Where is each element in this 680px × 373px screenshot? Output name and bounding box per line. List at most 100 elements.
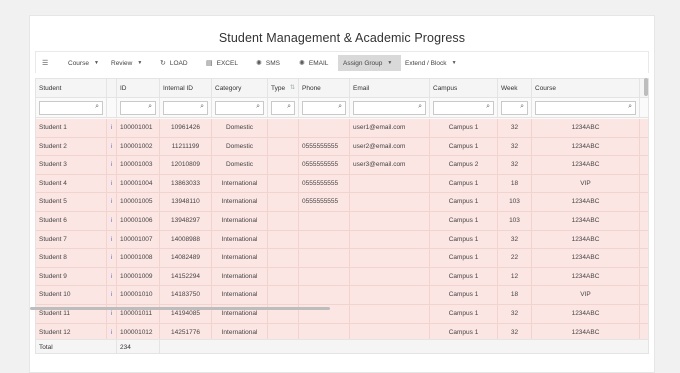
filter-cell-campus: ⌕ <box>430 98 498 118</box>
column-header-week[interactable]: Week <box>498 79 532 98</box>
table-row[interactable]: Student 5 i 100001005 13948110 Internati… <box>36 193 648 212</box>
info-icon[interactable]: i <box>107 249 117 268</box>
filter-input-id[interactable]: ⌕ <box>120 101 156 115</box>
table-row[interactable]: Student 1 i 100001001 10961426 Domestic … <box>36 119 648 138</box>
column-header-id[interactable]: ID <box>117 79 160 98</box>
excel-button[interactable]: ▤ EXCEL <box>206 55 238 71</box>
table-row[interactable]: Student 12 i 100001012 14251776 Internat… <box>36 323 648 340</box>
cell-type <box>268 174 299 194</box>
cell-week: 32 <box>498 137 532 157</box>
assign-group-dropdown[interactable]: Assign Group ▼ <box>338 55 401 71</box>
cell-category: International <box>212 212 268 231</box>
search-icon: ⌕ <box>287 103 291 110</box>
info-icon[interactable]: i <box>107 174 117 194</box>
cell-category: International <box>212 249 268 268</box>
column-header-campus[interactable]: Campus <box>430 79 498 98</box>
cell-phone <box>299 230 350 250</box>
cell-student: Student 3 <box>36 156 107 175</box>
cell-internal-id: 10961426 <box>160 119 212 138</box>
cell-course: 1234ABC <box>532 323 640 340</box>
cell-student: Student 12 <box>36 323 107 340</box>
load-button[interactable]: ↻ LOAD <box>160 55 188 71</box>
course-dropdown[interactable]: Course ▼ <box>68 55 99 71</box>
cell-internal-id: 11211199 <box>160 137 212 157</box>
cell-phone <box>299 267 350 287</box>
column-header-email[interactable]: Email <box>350 79 430 98</box>
sort-icon[interactable]: ⇅ <box>290 79 295 98</box>
cell-campus: Campus 1 <box>430 249 498 268</box>
info-icon[interactable]: i <box>107 230 117 250</box>
horizontal-scrollbar[interactable] <box>30 307 330 310</box>
cell-phone <box>299 286 350 305</box>
table-row[interactable]: Student 6 i 100001006 13948297 Internati… <box>36 212 648 231</box>
info-icon[interactable]: i <box>107 267 117 287</box>
filter-input-student[interactable]: ⌕ <box>39 101 103 115</box>
column-header-type[interactable]: Type ⇅ <box>268 79 299 98</box>
filter-input-phone[interactable]: ⌕ <box>302 101 346 115</box>
table-row[interactable]: Student 3 i 100001003 12010809 Domestic … <box>36 156 648 175</box>
filter-input-email[interactable]: ⌕ <box>353 101 426 115</box>
cell-student: Student 10 <box>36 286 107 305</box>
column-header-category[interactable]: Category <box>212 79 268 98</box>
extend-block-dropdown[interactable]: Extend / Block ▼ <box>405 55 457 71</box>
filter-input-internal-id[interactable]: ⌕ <box>163 101 208 115</box>
info-icon[interactable]: i <box>107 323 117 340</box>
table-row[interactable]: Student 7 i 100001007 14008988 Internati… <box>36 230 648 250</box>
column-header-info <box>107 79 117 98</box>
cell-phone: 0555555555 <box>299 193 350 212</box>
filter-input-type[interactable]: ⌕ <box>271 101 295 115</box>
cell-email <box>350 174 430 194</box>
cell-internal-id: 14008988 <box>160 230 212 250</box>
cell-week: 18 <box>498 286 532 305</box>
extend-block-label: Extend / Block <box>405 59 447 67</box>
column-header-phone[interactable]: Phone <box>299 79 350 98</box>
cell-id: 100001010 <box>117 286 160 305</box>
cell-internal-id: 14183750 <box>160 286 212 305</box>
column-header-student[interactable]: Student <box>36 79 107 98</box>
table-row[interactable]: Student 4 i 100001004 13863033 Internati… <box>36 174 648 194</box>
cell-campus: Campus 1 <box>430 174 498 194</box>
review-dropdown[interactable]: Review ▼ <box>111 55 142 71</box>
filter-cell-email: ⌕ <box>350 98 430 118</box>
refresh-icon: ↻ <box>160 60 166 67</box>
cell-type <box>268 156 299 175</box>
filter-input-category[interactable]: ⌕ <box>215 101 264 115</box>
cell-id: 100001009 <box>117 267 160 287</box>
cell-internal-id: 13863033 <box>160 174 212 194</box>
column-header-course[interactable]: Course <box>532 79 640 98</box>
info-icon[interactable]: i <box>107 286 117 305</box>
table-row[interactable]: Student 10 i 100001010 14183750 Internat… <box>36 286 648 305</box>
cell-type <box>268 212 299 231</box>
list-view-button[interactable]: ☰ <box>42 55 52 71</box>
info-icon[interactable]: i <box>107 156 117 175</box>
filter-input-week[interactable]: ⌕ <box>501 101 528 115</box>
load-button-label: LOAD <box>169 59 188 67</box>
excel-button-label: EXCEL <box>216 59 238 67</box>
cell-category: International <box>212 174 268 194</box>
cell-course: 1234ABC <box>532 249 640 268</box>
email-button[interactable]: ✺ EMAIL <box>299 55 328 71</box>
info-icon[interactable]: i <box>107 119 117 138</box>
table-row[interactable]: Student 2 i 100001002 11211199 Domestic … <box>36 137 648 157</box>
grid-footer: Total 234 <box>36 339 648 353</box>
footer-total-count: 234 <box>117 340 160 353</box>
column-header-type-label: Type <box>271 85 286 92</box>
cell-campus: Campus 1 <box>430 212 498 231</box>
table-row[interactable]: Student 8 i 100001008 14082489 Internati… <box>36 249 648 268</box>
cell-type <box>268 323 299 340</box>
main-card: Student Management & Academic Progress ☰… <box>29 15 655 373</box>
info-icon[interactable]: i <box>107 193 117 212</box>
sms-icon: ✺ <box>256 60 262 67</box>
table-row[interactable]: Student 9 i 100001009 14152294 Internati… <box>36 267 648 287</box>
filter-input-campus[interactable]: ⌕ <box>433 101 494 115</box>
cell-week: 32 <box>498 230 532 250</box>
info-icon[interactable]: i <box>107 137 117 157</box>
vertical-scrollbar[interactable] <box>644 78 648 96</box>
search-icon: ⌕ <box>418 103 422 110</box>
cell-email <box>350 249 430 268</box>
cell-course: 1234ABC <box>532 267 640 287</box>
filter-input-course[interactable]: ⌕ <box>535 101 636 115</box>
column-header-internal-id[interactable]: Internal ID <box>160 79 212 98</box>
info-icon[interactable]: i <box>107 212 117 231</box>
sms-button[interactable]: ✺ SMS <box>256 55 280 71</box>
